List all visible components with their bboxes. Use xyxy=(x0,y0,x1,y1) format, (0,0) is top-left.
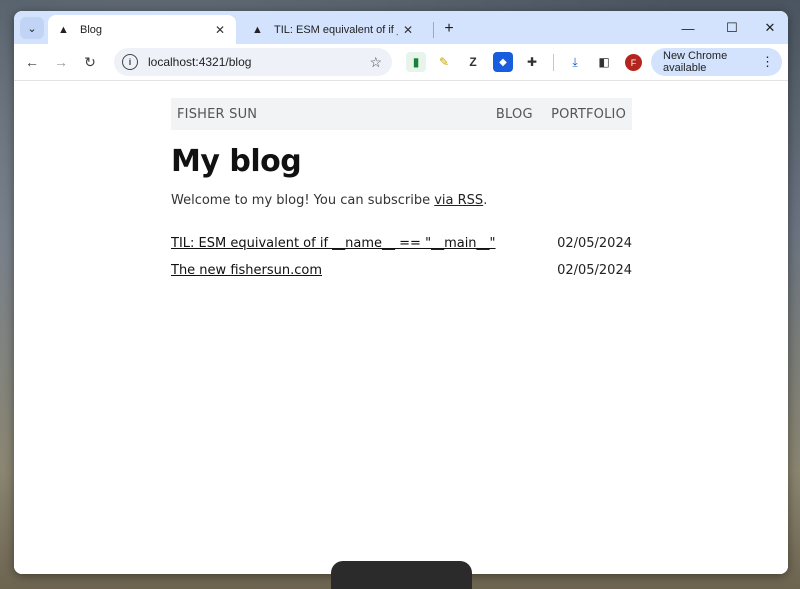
new-tab-button[interactable]: + xyxy=(438,18,460,40)
bitwarden-icon[interactable]: ◆ xyxy=(493,52,513,72)
more-menu-icon[interactable]: ⋮ xyxy=(761,54,774,70)
toolbar-separator xyxy=(553,54,554,71)
list-item: TIL: ESM equivalent of if __name__ == "_… xyxy=(171,230,632,257)
reload-button[interactable]: ↻ xyxy=(79,51,101,73)
minimize-button[interactable]: — xyxy=(670,17,706,39)
page-content: FISHER SUN BLOG PORTFOLIO My blog Welcom… xyxy=(14,81,788,574)
astro-favicon-icon: ▲ xyxy=(252,23,263,36)
zotero-icon[interactable]: Z xyxy=(463,52,483,72)
url-text[interactable]: localhost:4321/blog xyxy=(148,55,369,69)
info-icon[interactable]: i xyxy=(122,54,138,70)
address-bar[interactable]: i localhost:4321/blog ☆ xyxy=(114,48,392,76)
nav-link-blog[interactable]: BLOG xyxy=(496,107,533,122)
close-icon[interactable]: ✕ xyxy=(210,23,230,37)
post-link[interactable]: TIL: ESM equivalent of if __name__ == "_… xyxy=(171,236,552,251)
tab-title: TIL: ESM equivalent of if __name xyxy=(274,23,398,36)
post-link[interactable]: The new fishersun.com xyxy=(171,263,552,278)
rss-link[interactable]: via RSS xyxy=(434,193,483,208)
blog-site: FISHER SUN BLOG PORTFOLIO My blog Welcom… xyxy=(171,98,632,284)
site-brand[interactable]: FISHER SUN xyxy=(177,107,482,122)
tab-strip: ⌄ ▲ Blog ✕ ▲ TIL: ESM equivalent of if _… xyxy=(14,11,788,44)
tab-title: Blog xyxy=(80,23,103,36)
intro-end: . xyxy=(483,193,488,208)
tab-til[interactable]: ▲ TIL: ESM equivalent of if __name ✕ xyxy=(242,15,424,44)
post-date: 02/05/2024 xyxy=(557,263,632,278)
arrow-right-icon: → xyxy=(54,54,68,70)
chrome-update-button[interactable]: New Chrome available ⋮ xyxy=(651,48,782,76)
tab-blog[interactable]: ▲ Blog ✕ xyxy=(48,15,236,44)
browser-window: ⌄ ▲ Blog ✕ ▲ TIL: ESM equivalent of if _… xyxy=(14,11,788,574)
browser-toolbar: ← → ↻ i localhost:4321/blog ☆ ▮ ✎ Z ◆ ✚ … xyxy=(14,44,788,81)
profile-avatar[interactable]: F xyxy=(625,54,642,71)
post-date: 02/05/2024 xyxy=(557,236,632,251)
tab-separator xyxy=(433,22,434,38)
forward-button[interactable]: → xyxy=(50,51,72,73)
chevron-down-icon: ⌄ xyxy=(27,22,37,35)
highlighter-icon[interactable]: ✎ xyxy=(434,52,454,72)
extension-docs-icon[interactable]: ▮ xyxy=(406,52,426,72)
close-window-button[interactable]: ✕ xyxy=(752,17,788,39)
extensions-puzzle-icon[interactable]: ✚ xyxy=(522,52,542,72)
side-panel-icon[interactable]: ◧ xyxy=(594,52,614,72)
bookmark-star-icon[interactable]: ☆ xyxy=(369,54,382,71)
intro-paragraph: Welcome to my blog! You can subscribe vi… xyxy=(171,193,632,208)
taskbar xyxy=(331,561,472,589)
update-label: New Chrome available xyxy=(663,50,728,74)
list-item: The new fishersun.com 02/05/2024 xyxy=(171,257,632,284)
reload-icon: ↻ xyxy=(84,53,96,70)
intro-text: Welcome to my blog! You can subscribe xyxy=(171,193,435,208)
tab-search-button[interactable]: ⌄ xyxy=(20,17,44,39)
maximize-button[interactable]: ☐ xyxy=(714,17,750,39)
download-icon[interactable]: ⤓ xyxy=(565,52,585,72)
nav-link-portfolio[interactable]: PORTFOLIO xyxy=(551,107,626,122)
astro-favicon-icon: ▲ xyxy=(58,23,69,36)
site-header: FISHER SUN BLOG PORTFOLIO xyxy=(171,98,632,130)
arrow-left-icon: ← xyxy=(25,54,39,70)
site-nav-links: BLOG PORTFOLIO xyxy=(482,107,626,122)
post-list: TIL: ESM equivalent of if __name__ == "_… xyxy=(171,230,632,284)
back-button[interactable]: ← xyxy=(21,51,43,73)
close-icon[interactable]: ✕ xyxy=(398,23,418,37)
page-title: My blog xyxy=(171,144,302,179)
